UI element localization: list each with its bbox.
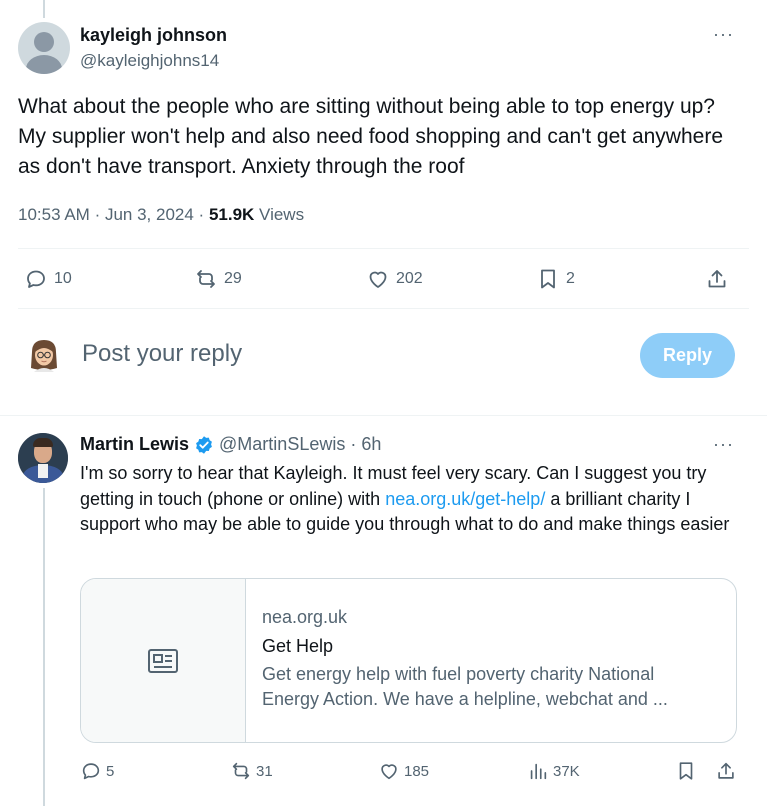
share-icon xyxy=(718,762,734,779)
reply-text: I'm so sorry to hear that Kayleigh. It m… xyxy=(80,463,730,534)
views-label: Views xyxy=(259,205,305,224)
repost-count: 29 xyxy=(224,270,242,287)
reply-button[interactable]: 10 xyxy=(24,267,72,291)
bookmark-button[interactable] xyxy=(675,760,697,782)
reply-header: Martin Lewis @MartinSLewis · 6h xyxy=(80,434,382,455)
card-title: Get Help xyxy=(262,636,334,656)
views-count: 37K xyxy=(553,762,580,780)
bookmark-icon xyxy=(541,269,555,289)
link-preview-card[interactable]: nea.org.uk Get Help Get energy help with… xyxy=(80,578,737,743)
views-count: 51.9K xyxy=(208,205,255,224)
card-domain: nea.org.uk xyxy=(262,607,348,627)
share-button[interactable] xyxy=(705,267,729,291)
card-body: nea.org.uk Get Help Get energy help with… xyxy=(246,579,728,742)
divider xyxy=(18,248,749,249)
author-name[interactable]: Martin Lewis xyxy=(80,434,189,455)
reply-count: 5 xyxy=(106,762,115,780)
tweet-time[interactable]: 6h xyxy=(361,434,381,455)
repost-button[interactable]: 31 xyxy=(230,760,273,782)
like-button[interactable]: 185 xyxy=(378,760,429,782)
repost-icon xyxy=(232,762,250,780)
more-options-icon[interactable]: ··· xyxy=(713,24,734,45)
divider xyxy=(18,308,749,309)
share-button[interactable] xyxy=(715,760,737,782)
views-button[interactable]: 37K xyxy=(527,760,580,782)
tweet-time[interactable]: 10:53 AM xyxy=(18,205,90,224)
like-icon xyxy=(369,271,387,288)
tweet-text: What about the people who are sitting wi… xyxy=(18,95,723,178)
repost-button[interactable]: 29 xyxy=(194,267,242,291)
like-count: 202 xyxy=(396,270,423,287)
bookmark-count: 2 xyxy=(566,270,575,287)
more-options-icon[interactable]: ··· xyxy=(713,434,734,455)
help-link[interactable]: nea.org.uk/get-help/ xyxy=(385,489,545,509)
reply-submit-button[interactable]: Reply xyxy=(640,333,735,378)
share-icon xyxy=(708,270,726,288)
views-icon xyxy=(530,763,547,780)
bookmark-icon xyxy=(679,762,693,780)
repost-count: 31 xyxy=(256,762,273,780)
user-avatar-icon xyxy=(31,340,57,372)
verified-badge-icon xyxy=(196,435,212,454)
card-thumbnail xyxy=(81,579,246,742)
like-count: 185 xyxy=(404,762,430,780)
reply-icon xyxy=(82,763,100,780)
like-icon xyxy=(381,764,397,780)
reply-button[interactable]: 5 xyxy=(80,760,114,782)
divider xyxy=(0,415,767,416)
avatar[interactable] xyxy=(18,433,68,483)
like-button[interactable]: 202 xyxy=(366,267,423,291)
reply-count: 10 xyxy=(54,270,72,287)
bookmark-button[interactable]: 2 xyxy=(536,267,575,291)
tweet-date[interactable]: Jun 3, 2024 xyxy=(105,205,194,224)
author-handle[interactable]: @kayleighjohns14 xyxy=(80,51,219,71)
news-article-icon xyxy=(148,648,178,673)
thread-line xyxy=(43,0,45,18)
author-name[interactable]: kayleigh johnson xyxy=(80,25,227,46)
reply-icon xyxy=(27,270,45,288)
card-description: Get energy help with fuel poverty charit… xyxy=(262,664,668,709)
author-handle[interactable]: @MartinSLewis xyxy=(219,434,345,455)
tweet-meta: 10:53 AM · Jun 3, 2024 · 51.9K Views xyxy=(18,205,305,224)
reply-input[interactable]: Post your reply xyxy=(82,340,242,368)
thread-line xyxy=(43,488,45,806)
repost-icon xyxy=(197,270,215,288)
avatar[interactable] xyxy=(18,22,70,74)
